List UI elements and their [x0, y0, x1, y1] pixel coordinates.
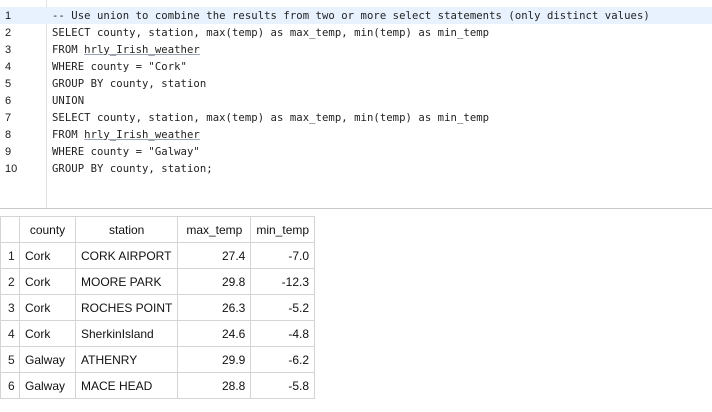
cell-county[interactable]: Cork — [19, 268, 76, 295]
column-header-county[interactable]: county — [19, 216, 76, 243]
cell-station[interactable]: CORK AIRPORT — [74, 242, 179, 269]
line-number: 2 — [5, 26, 12, 39]
line-number: 6 — [5, 94, 12, 107]
editor-line-4[interactable]: 4 WHERE county = "Cork" — [0, 58, 712, 75]
cell-min-temp[interactable]: -7.0 — [250, 242, 316, 269]
line-number: 4 — [5, 60, 12, 73]
cell-station[interactable]: MACE HEAD — [74, 372, 179, 399]
line-number: 5 — [5, 77, 12, 90]
cell-max-temp[interactable]: 29.8 — [177, 268, 252, 295]
code-text[interactable]: SELECT county, station, max(temp) as max… — [38, 27, 712, 39]
cell-max-temp[interactable]: 29.9 — [177, 346, 252, 373]
table-name: hrly_Irish_weather — [84, 128, 200, 141]
results-grid[interactable]: county station max_temp min_temp 1 Cork … — [0, 216, 316, 399]
code-text[interactable]: FROM hrly_Irish_weather — [38, 129, 712, 141]
row-number[interactable]: 6 — [0, 372, 20, 399]
table-row[interactable]: 4 Cork SherkinIsland 24.6 -4.8 — [0, 320, 316, 347]
editor-line-5[interactable]: 5 GROUP BY county, station — [0, 75, 712, 92]
column-header-min-temp[interactable]: min_temp — [250, 216, 316, 243]
cell-county[interactable]: Galway — [19, 346, 76, 373]
column-header-max-temp[interactable]: max_temp — [177, 216, 252, 243]
row-number[interactable]: 1 — [0, 242, 20, 269]
table-row[interactable]: 1 Cork CORK AIRPORT 27.4 -7.0 — [0, 242, 316, 269]
editor-line-2[interactable]: 2 SELECT county, station, max(temp) as m… — [0, 24, 712, 41]
table-row[interactable]: 5 Galway ATHENRY 29.9 -6.2 — [0, 346, 316, 373]
line-number: 1 — [5, 9, 12, 22]
header-row: county station max_temp min_temp — [0, 216, 316, 243]
sql-query-window: 1 -- Use union to combine the results fr… — [0, 0, 712, 412]
row-number[interactable]: 5 — [0, 346, 20, 373]
code-text[interactable]: WHERE county = "Galway" — [38, 146, 712, 158]
editor-line-3[interactable]: 3 FROM hrly_Irish_weather — [0, 41, 712, 58]
table-row[interactable]: 6 Galway MACE HEAD 28.8 -5.8 — [0, 372, 316, 399]
cell-max-temp[interactable]: 26.3 — [177, 294, 252, 321]
line-number: 10 — [5, 162, 18, 175]
column-header-station[interactable]: station — [74, 216, 179, 243]
cell-min-temp[interactable]: -4.8 — [250, 320, 316, 347]
code-text[interactable]: WHERE county = "Cork" — [38, 61, 712, 73]
code-comment[interactable]: -- Use union to combine the results from… — [38, 10, 712, 22]
code-text[interactable]: FROM hrly_Irish_weather — [38, 44, 712, 56]
cell-county[interactable]: Galway — [19, 372, 76, 399]
table-row[interactable]: 3 Cork ROCHES POINT 26.3 -5.2 — [0, 294, 316, 321]
cell-county[interactable]: Cork — [19, 320, 76, 347]
sql-editor[interactable]: 1 -- Use union to combine the results fr… — [0, 0, 712, 209]
cell-station[interactable]: MOORE PARK — [74, 268, 179, 295]
code-text[interactable]: GROUP BY county, station; — [38, 163, 712, 175]
cell-min-temp[interactable]: -5.8 — [250, 372, 316, 399]
code-keyword: FROM — [52, 128, 85, 141]
table-name: hrly_Irish_weather — [84, 43, 200, 56]
editor-line-8[interactable]: 8 FROM hrly_Irish_weather — [0, 126, 712, 143]
cell-min-temp[interactable]: -5.2 — [250, 294, 316, 321]
cell-station[interactable]: ATHENRY — [74, 346, 179, 373]
row-number[interactable]: 2 — [0, 268, 20, 295]
cell-min-temp[interactable]: -12.3 — [250, 268, 316, 295]
editor-line-6[interactable]: 6 UNION — [0, 92, 712, 109]
table-row[interactable]: 2 Cork MOORE PARK 29.8 -12.3 — [0, 268, 316, 295]
line-number: 9 — [5, 145, 12, 158]
cell-station[interactable]: SherkinIsland — [74, 320, 179, 347]
corner-cell[interactable] — [0, 216, 20, 243]
editor-line-10[interactable]: 10 GROUP BY county, station; — [0, 160, 712, 177]
line-number: 8 — [5, 128, 12, 141]
cell-county[interactable]: Cork — [19, 294, 76, 321]
row-number[interactable]: 4 — [0, 320, 20, 347]
cell-max-temp[interactable]: 28.8 — [177, 372, 252, 399]
editor-line-1[interactable]: 1 -- Use union to combine the results fr… — [0, 7, 712, 24]
cell-max-temp[interactable]: 27.4 — [177, 242, 252, 269]
cell-max-temp[interactable]: 24.6 — [177, 320, 252, 347]
code-keyword: FROM — [52, 43, 85, 56]
line-number: 7 — [5, 111, 12, 124]
cell-county[interactable]: Cork — [19, 242, 76, 269]
line-number: 3 — [5, 43, 12, 56]
editor-line-9[interactable]: 9 WHERE county = "Galway" — [0, 143, 712, 160]
code-text[interactable]: SELECT county, station, max(temp) as max… — [38, 112, 712, 124]
cell-station[interactable]: ROCHES POINT — [74, 294, 179, 321]
code-text[interactable]: GROUP BY county, station — [38, 78, 712, 90]
cell-min-temp[interactable]: -6.2 — [250, 346, 316, 373]
row-number[interactable]: 3 — [0, 294, 20, 321]
editor-line-7[interactable]: 7 SELECT county, station, max(temp) as m… — [0, 109, 712, 126]
code-text[interactable]: UNION — [38, 95, 712, 107]
